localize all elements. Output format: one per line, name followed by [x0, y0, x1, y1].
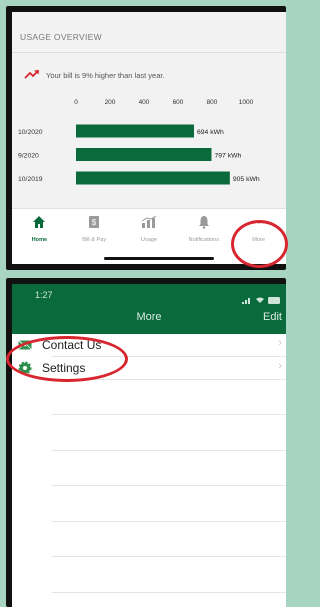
- more-screen: 1:27 More Edit Contact Us › Settings ›: [12, 284, 286, 607]
- category-label: 10/2019: [18, 176, 43, 183]
- data-bar: [76, 148, 212, 161]
- x-tick-label: 400: [139, 99, 150, 106]
- divider: [52, 521, 286, 522]
- usage-overview-title: USAGE OVERVIEW: [20, 32, 102, 42]
- status-time: 1:27: [35, 290, 53, 300]
- edit-button[interactable]: Edit: [263, 311, 282, 323]
- divider: [52, 592, 286, 593]
- x-tick-label: 0: [74, 99, 78, 106]
- tab-bill-pay[interactable]: $ Bill & Pay: [67, 209, 122, 264]
- more-header: 1:27 More Edit: [12, 284, 286, 334]
- data-label: 797 kWh: [214, 153, 241, 160]
- page-title: More: [136, 311, 162, 323]
- bill-trend-text: Your bill is 9% higher than last year.: [46, 70, 165, 80]
- x-tick-label: 600: [173, 99, 184, 106]
- tab-notifications-label: Notifications: [188, 237, 220, 243]
- chevron-right-icon: ›: [278, 337, 282, 349]
- trend-up-icon: [24, 66, 40, 84]
- tab-bill-pay-label: Bill & Pay: [82, 237, 107, 243]
- wifi-icon: [255, 291, 265, 309]
- status-icons: [242, 291, 280, 309]
- tab-usage[interactable]: Usage: [122, 209, 177, 264]
- usage-chart-icon: [141, 215, 157, 234]
- tab-home[interactable]: Home: [12, 209, 67, 264]
- home-indicator: [104, 257, 214, 260]
- battery-icon: [268, 291, 280, 309]
- x-tick-label: 800: [207, 99, 218, 106]
- x-tick-label: 200: [105, 99, 116, 106]
- home-icon: [32, 215, 46, 234]
- divider: [12, 52, 286, 53]
- tab-notifications[interactable]: Notifications: [176, 209, 231, 264]
- svg-text:$: $: [92, 218, 97, 227]
- tab-home-label: Home: [31, 237, 48, 243]
- divider: [52, 485, 286, 486]
- bell-icon: [198, 215, 210, 234]
- divider: [52, 556, 286, 557]
- settings-highlight-circle: [6, 336, 128, 382]
- category-label: 9/2020: [18, 153, 39, 160]
- x-tick-label: 1000: [239, 99, 254, 106]
- divider: [52, 450, 286, 451]
- tab-usage-label: Usage: [140, 237, 158, 243]
- chevron-right-icon: ›: [278, 360, 282, 372]
- usage-bar-chart: 0 200 400 600 800 1000 10/2020 694 kWh 9/2020 797…: [18, 99, 260, 185]
- more-tab-highlight-circle: [231, 220, 288, 268]
- bottom-phone-frame: 1:27 More Edit Contact Us › Settings ›: [6, 278, 286, 607]
- data-bar: [76, 124, 194, 138]
- bill-icon: $: [88, 215, 100, 234]
- bill-trend-row: Your bill is 9% higher than last year.: [24, 66, 165, 84]
- category-label: 10/2020: [18, 129, 43, 136]
- data-label: 694 kWh: [197, 129, 224, 136]
- data-bar: [76, 171, 230, 185]
- data-label: 905 kWh: [233, 176, 260, 183]
- signal-icon: [242, 291, 252, 309]
- divider: [52, 414, 286, 415]
